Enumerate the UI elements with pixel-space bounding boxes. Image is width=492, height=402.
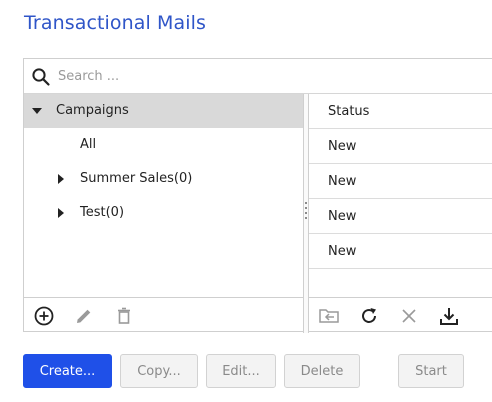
copy-button[interactable]: Copy... — [120, 354, 198, 388]
status-value: New — [328, 139, 357, 154]
tree-item-label: Test(0) — [80, 205, 125, 220]
page-title: Transactional Mails — [24, 12, 207, 34]
delete-button[interactable]: Delete — [284, 354, 360, 388]
tree-toolbar — [24, 297, 303, 333]
status-value: New — [328, 244, 357, 259]
trash-icon[interactable] — [113, 305, 135, 327]
close-icon[interactable] — [398, 305, 420, 327]
mail-browser-panel: Campaigns All Summer Sales(0) Test(0) St… — [23, 58, 492, 333]
tree-item-label: Campaigns — [56, 103, 129, 118]
tree-item-test[interactable]: Test(0) — [24, 196, 303, 230]
refresh-icon[interactable] — [358, 305, 380, 327]
status-list: Status New New New New — [309, 94, 492, 297]
status-value: New — [328, 209, 357, 224]
caret-right-icon[interactable] — [58, 174, 64, 184]
list-header[interactable]: Status — [309, 94, 492, 129]
tree-item-label: All — [80, 137, 97, 152]
list-item[interactable]: New — [309, 164, 492, 199]
splitter-grip-icon[interactable] — [305, 202, 308, 222]
tree-item-summer-sales[interactable]: Summer Sales(0) — [24, 162, 303, 196]
status-column-header: Status — [328, 104, 370, 119]
caret-down-icon[interactable] — [32, 108, 42, 114]
list-item[interactable]: New — [309, 129, 492, 164]
search-icon — [31, 67, 51, 87]
search-input[interactable] — [58, 65, 478, 87]
search-bar — [24, 59, 492, 94]
tree-item-label: Summer Sales(0) — [80, 171, 193, 186]
create-button[interactable]: Create... — [23, 354, 112, 388]
tree-item-campaigns[interactable]: Campaigns — [24, 94, 303, 128]
list-item[interactable]: New — [309, 234, 492, 269]
pencil-icon[interactable] — [73, 305, 95, 327]
add-circle-icon[interactable] — [33, 305, 55, 327]
folder-tree: Campaigns All Summer Sales(0) Test(0) — [24, 94, 303, 297]
download-icon[interactable] — [438, 305, 460, 327]
move-to-folder-icon[interactable] — [318, 305, 340, 327]
tree-item-all[interactable]: All — [24, 128, 303, 162]
status-value: New — [328, 174, 357, 189]
edit-button[interactable]: Edit... — [206, 354, 276, 388]
list-toolbar — [309, 297, 492, 333]
start-button[interactable]: Start — [398, 354, 464, 388]
caret-right-icon[interactable] — [58, 208, 64, 218]
list-item[interactable]: New — [309, 199, 492, 234]
